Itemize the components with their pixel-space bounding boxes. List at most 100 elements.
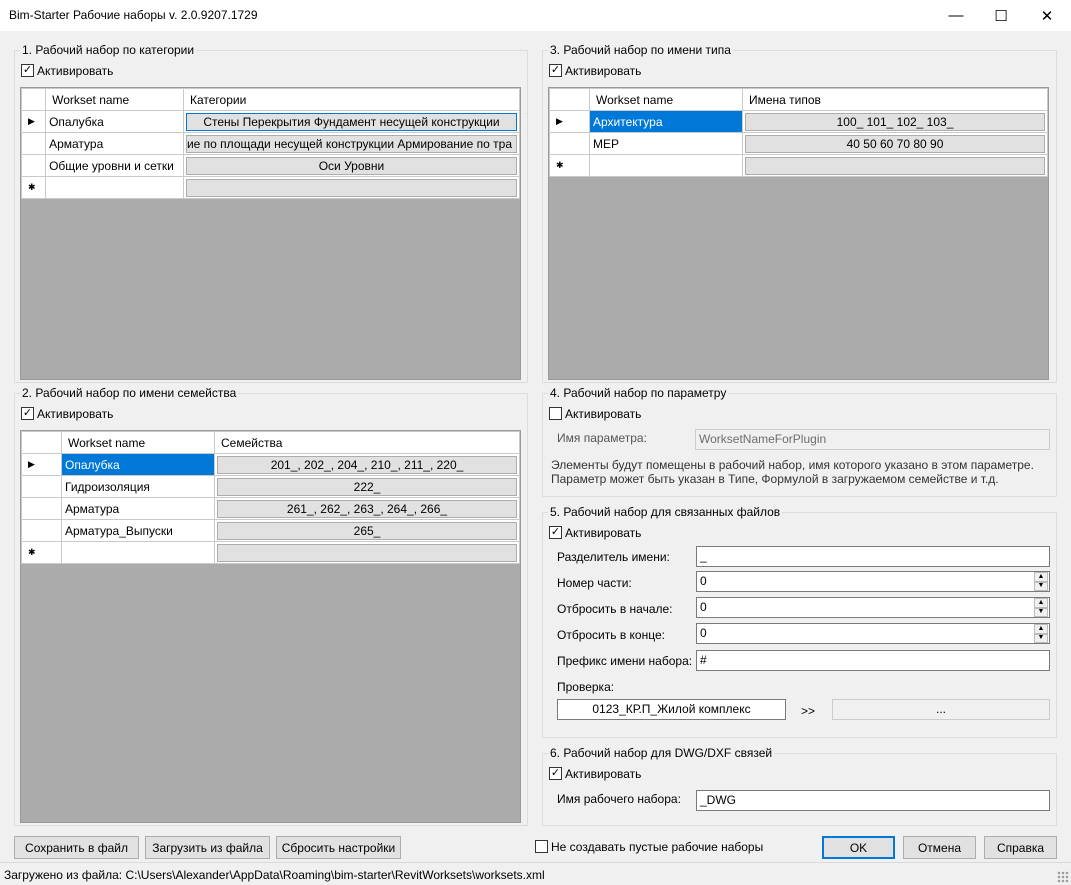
families-cell[interactable]: 201_, 202_, 204_, 210_, 211_, 220_ xyxy=(214,453,520,476)
part-number-stepper[interactable]: 0 xyxy=(696,571,1050,592)
family-grid[interactable]: Workset name Семейства ▶ Опалубка 201_, … xyxy=(20,430,521,823)
workset-name-cell[interactable]: Опалубка xyxy=(45,110,184,133)
maximize-button[interactable]: ☐ xyxy=(978,0,1024,31)
row-current-indicator[interactable]: ▶ xyxy=(21,453,62,476)
table-row[interactable]: ▶ Архитектура 100_ 101_ 102_ 103_ xyxy=(549,110,1048,133)
group3-activate-checkbox[interactable]: ✓ xyxy=(549,64,562,77)
spin-up-icon[interactable]: ▲ xyxy=(1034,624,1048,634)
families-button[interactable]: 265_ xyxy=(217,521,517,540)
new-row-indicator[interactable]: ✱ xyxy=(21,176,47,199)
column-header-workset-name[interactable]: Workset name xyxy=(45,88,184,111)
help-button[interactable]: Справка xyxy=(984,836,1057,859)
trim-start-stepper[interactable]: 0 xyxy=(696,597,1050,618)
type-names-cell[interactable]: 100_ 101_ 102_ 103_ xyxy=(742,110,1048,133)
prefix-input[interactable]: # xyxy=(696,650,1050,671)
row-current-indicator[interactable]: ▶ xyxy=(549,110,590,133)
families-cell[interactable]: 261_, 262_, 263_, 264_, 266_ xyxy=(214,497,520,520)
check-input[interactable]: 0123_КР.П_Жилой комплекс xyxy=(557,699,786,720)
load-from-file-button[interactable]: Загрузить из файла xyxy=(145,836,270,859)
cancel-button[interactable]: Отмена xyxy=(903,836,976,859)
categories-cell[interactable]: ие по площади несущей конструкции Армиро… xyxy=(182,132,520,155)
workset-name-cell[interactable]: Арматура_Выпуски xyxy=(61,519,215,542)
families-button[interactable] xyxy=(217,543,517,562)
reset-settings-button[interactable]: Сбросить настройки xyxy=(276,836,401,859)
families-cell[interactable] xyxy=(214,541,520,564)
new-row-indicator[interactable]: ✱ xyxy=(549,154,590,177)
name-separator-input[interactable]: _ xyxy=(696,546,1050,567)
categories-button[interactable]: Стены Перекрытия Фундамент несущей конст… xyxy=(185,112,517,131)
workset-name-cell[interactable] xyxy=(61,541,215,564)
spin-down-icon[interactable]: ▼ xyxy=(1034,607,1048,617)
group1-activate-checkbox[interactable]: ✓ xyxy=(21,64,34,77)
families-cell[interactable]: 222_ xyxy=(214,475,520,498)
dwg-workset-name-input[interactable]: _DWG xyxy=(696,790,1050,811)
families-button[interactable]: 201_, 202_, 204_, 210_, 211_, 220_ xyxy=(217,455,517,474)
type-name-grid[interactable]: Workset name Имена типов ▶ Архитектура 1… xyxy=(548,87,1049,380)
families-button[interactable]: 261_, 262_, 263_, 264_, 266_ xyxy=(217,499,517,518)
parameter-name-input[interactable]: WorksetNameForPlugin xyxy=(695,429,1050,450)
column-header-workset-name[interactable]: Workset name xyxy=(589,88,743,111)
part-number-spin[interactable]: ▲ ▼ xyxy=(1034,572,1048,591)
categories-cell[interactable] xyxy=(182,176,520,199)
new-row[interactable]: ✱ xyxy=(21,176,520,199)
spin-up-icon[interactable]: ▲ xyxy=(1034,598,1048,608)
table-row[interactable]: Общие уровни и сетки Оси Уровни xyxy=(21,154,520,177)
type-names-button[interactable]: 100_ 101_ 102_ 103_ xyxy=(745,112,1045,131)
workset-name-cell[interactable]: Архитектура xyxy=(589,110,743,133)
column-header-type-names[interactable]: Имена типов xyxy=(742,88,1048,111)
category-grid[interactable]: Workset name Категории ▶ Опалубка Стены … xyxy=(20,87,521,380)
workset-name-cell[interactable]: Арматура xyxy=(61,497,215,520)
new-row-indicator[interactable]: ✱ xyxy=(21,541,62,564)
no-empty-worksets-checkbox[interactable] xyxy=(535,840,548,853)
type-names-cell[interactable] xyxy=(742,154,1048,177)
column-header-families[interactable]: Семейства xyxy=(214,431,520,454)
table-row[interactable]: Арматура 261_, 262_, 263_, 264_, 266_ xyxy=(21,497,520,520)
trim-end-spin[interactable]: ▲ ▼ xyxy=(1034,624,1048,643)
row-header[interactable] xyxy=(21,519,62,542)
save-to-file-button[interactable]: Сохранить в файл xyxy=(14,836,139,859)
workset-name-cell[interactable] xyxy=(45,176,184,199)
spin-down-icon[interactable]: ▼ xyxy=(1034,581,1048,591)
column-header-workset-name[interactable]: Workset name xyxy=(61,431,215,454)
row-header[interactable] xyxy=(21,497,62,520)
categories-button[interactable]: Оси Уровни xyxy=(185,156,517,175)
type-names-button[interactable]: 40 50 60 70 80 90 xyxy=(745,134,1045,153)
categories-cell[interactable]: Стены Перекрытия Фундамент несущей конст… xyxy=(182,110,520,133)
families-button[interactable]: 222_ xyxy=(217,477,517,496)
column-header-categories[interactable]: Категории xyxy=(182,88,520,111)
families-cell[interactable]: 265_ xyxy=(214,519,520,542)
table-row[interactable]: Гидроизоляция 222_ xyxy=(21,475,520,498)
group5-activate-checkbox[interactable]: ✓ xyxy=(549,526,562,539)
table-row[interactable]: ▶ Опалубка Стены Перекрытия Фундамент не… xyxy=(21,110,520,133)
workset-name-cell[interactable]: Арматура xyxy=(45,132,184,155)
workset-name-cell[interactable]: MEP xyxy=(589,132,743,155)
spin-down-icon[interactable]: ▼ xyxy=(1034,633,1048,643)
spin-up-icon[interactable]: ▲ xyxy=(1034,572,1048,582)
minimize-button[interactable]: — xyxy=(933,0,979,31)
row-current-indicator[interactable]: ▶ xyxy=(21,110,47,133)
workset-name-cell[interactable]: Гидроизоляция xyxy=(61,475,215,498)
group4-activate-checkbox[interactable] xyxy=(549,407,562,420)
row-header[interactable] xyxy=(21,154,47,177)
table-row[interactable]: MEP 40 50 60 70 80 90 xyxy=(549,132,1048,155)
ok-button[interactable]: OK xyxy=(822,836,895,859)
type-names-button[interactable] xyxy=(745,156,1045,175)
row-header[interactable] xyxy=(21,132,47,155)
group6-activate-checkbox[interactable]: ✓ xyxy=(549,767,562,780)
categories-button[interactable] xyxy=(185,178,517,197)
type-names-cell[interactable]: 40 50 60 70 80 90 xyxy=(742,132,1048,155)
row-header[interactable] xyxy=(21,475,62,498)
new-row[interactable]: ✱ xyxy=(549,154,1048,177)
resize-grip-icon[interactable] xyxy=(1057,871,1069,883)
new-row[interactable]: ✱ xyxy=(21,541,520,564)
trim-end-stepper[interactable]: 0 xyxy=(696,623,1050,644)
table-row[interactable]: ▶ Опалубка 201_, 202_, 204_, 210_, 211_,… xyxy=(21,453,520,476)
trim-start-spin[interactable]: ▲ ▼ xyxy=(1034,598,1048,617)
workset-name-cell[interactable]: Общие уровни и сетки xyxy=(45,154,184,177)
categories-button[interactable]: ие по площади несущей конструкции Армиро… xyxy=(185,134,517,153)
close-button[interactable]: ✕ xyxy=(1024,0,1070,31)
workset-name-cell[interactable] xyxy=(589,154,743,177)
table-row[interactable]: Арматура_Выпуски 265_ xyxy=(21,519,520,542)
group2-activate-checkbox[interactable]: ✓ xyxy=(21,407,34,420)
workset-name-cell[interactable]: Опалубка xyxy=(61,453,215,476)
